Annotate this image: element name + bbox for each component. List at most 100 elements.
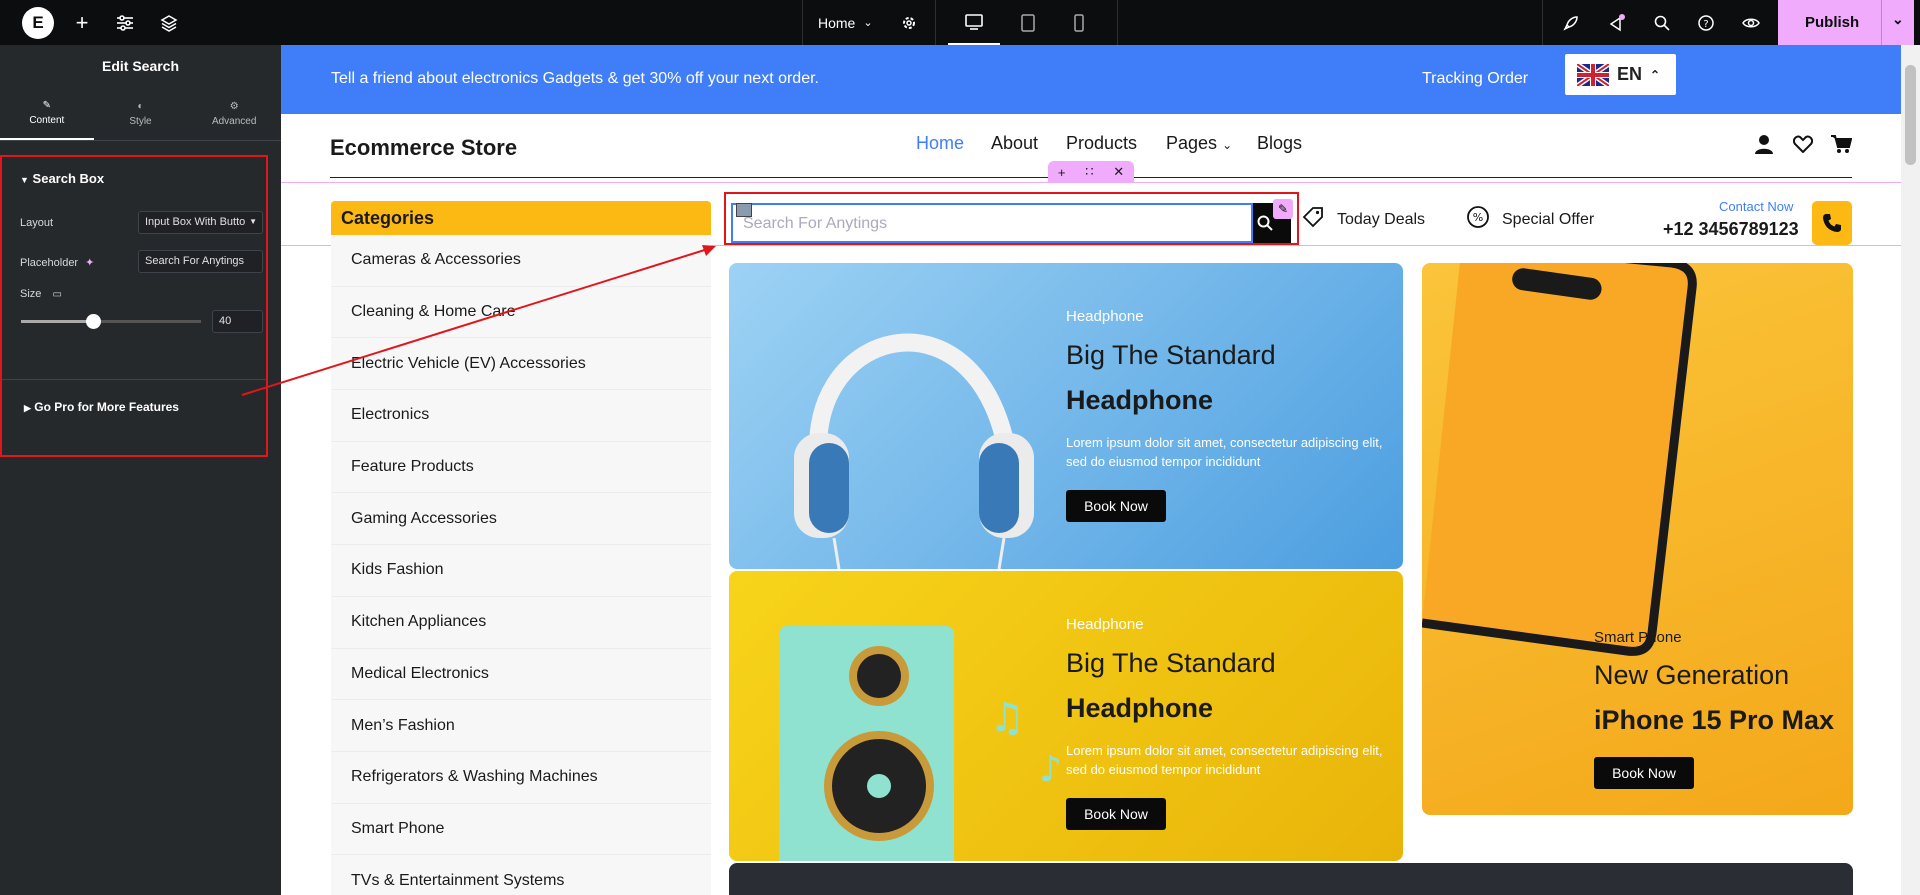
widget-handle-icon[interactable] bbox=[736, 203, 752, 217]
edit-widget-pencil-icon[interactable]: ✎ bbox=[1273, 199, 1293, 219]
svg-text:♫: ♫ bbox=[989, 695, 1025, 741]
size-slider[interactable] bbox=[21, 314, 201, 329]
nav-blogs[interactable]: Blogs bbox=[1257, 133, 1302, 154]
banner-title-line1: Big The Standard bbox=[1066, 340, 1276, 370]
user-account-icon[interactable] bbox=[1754, 134, 1774, 159]
scrollbar-thumb[interactable] bbox=[1905, 65, 1916, 165]
notifications-icon[interactable] bbox=[1606, 0, 1628, 45]
category-item[interactable]: Gaming Accessories bbox=[331, 493, 711, 546]
page-selector[interactable]: Home ⌄ bbox=[818, 0, 880, 45]
banner-title-line2: iPhone 15 Pro Max bbox=[1594, 705, 1835, 735]
tab-content[interactable]: ✎ Content bbox=[0, 87, 94, 140]
section-header[interactable]: ▼ Search Box bbox=[20, 171, 104, 186]
panel-title: Edit Search bbox=[101, 58, 180, 74]
speaker-image: ♫ ♪ bbox=[779, 626, 1062, 861]
delete-section-icon[interactable]: ✕ bbox=[1113, 164, 1124, 180]
page-settings-gear-icon[interactable] bbox=[898, 0, 920, 45]
caret-down-icon: ▼ bbox=[249, 217, 257, 226]
panel-tabs: ✎ Content ◐ Style ⚙ Advanced bbox=[0, 87, 281, 141]
editor-panel: Edit Search ✎ Content ◐ Style ⚙ Advanced… bbox=[0, 45, 281, 895]
banner-description: Lorem ipsum dolor sit amet, consectetur … bbox=[1066, 435, 1383, 469]
help-icon[interactable]: ? bbox=[1696, 0, 1716, 45]
svg-text:%: % bbox=[1473, 211, 1483, 224]
banner-description: Lorem ipsum dolor sit amet, consectetur … bbox=[1066, 743, 1383, 777]
desktop-icon[interactable]: ▭ bbox=[52, 289, 61, 300]
tab-label: Content bbox=[29, 114, 65, 126]
site-brand[interactable]: Ecommerce Store bbox=[330, 135, 517, 161]
book-now-button[interactable]: Book Now bbox=[1066, 490, 1166, 522]
category-item[interactable]: TVs & Entertainment Systems bbox=[331, 855, 711, 895]
nav-pages[interactable]: Pages ⌄ bbox=[1166, 133, 1232, 154]
call-button[interactable] bbox=[1812, 201, 1852, 245]
svg-text:♪: ♪ bbox=[1039, 749, 1062, 790]
section-handle[interactable]: + ∷ ✕ bbox=[1048, 161, 1134, 183]
ai-sparkle-icon[interactable]: ✦ bbox=[85, 257, 94, 269]
categories-title: Categories bbox=[331, 201, 711, 235]
nav-home[interactable]: Home bbox=[916, 133, 964, 154]
add-element-icon[interactable]: + bbox=[70, 0, 94, 45]
structure-layers-icon[interactable] bbox=[156, 0, 182, 45]
category-item[interactable]: Smart Phone bbox=[331, 804, 711, 856]
mobile-view-icon[interactable] bbox=[1064, 0, 1094, 45]
category-item[interactable]: Cameras & Accessories bbox=[331, 235, 711, 287]
page-selector-label: Home bbox=[818, 14, 856, 31]
chevron-up-icon: ⌃ bbox=[1650, 67, 1661, 82]
banner-speaker-yellow: ♫ ♪ Headphone Big The Standard Headphone… bbox=[729, 571, 1403, 861]
nav-products[interactable]: Products bbox=[1066, 133, 1137, 154]
category-item[interactable]: Electric Vehicle (EV) Accessories bbox=[331, 338, 711, 391]
category-item[interactable]: Kitchen Appliances bbox=[331, 597, 711, 649]
today-deals-label: Today Deals bbox=[1337, 210, 1426, 228]
book-now-button[interactable]: Book Now bbox=[1066, 798, 1166, 830]
search-icon bbox=[1257, 215, 1273, 231]
preview-eye-icon[interactable] bbox=[1740, 0, 1762, 45]
search-input[interactable]: Search For Anytings bbox=[731, 203, 1253, 243]
nav-about[interactable]: About bbox=[991, 133, 1038, 154]
tab-style[interactable]: ◐ Style bbox=[94, 87, 188, 140]
category-item[interactable]: Feature Products bbox=[331, 442, 711, 494]
headphone-image bbox=[794, 333, 1034, 569]
cart-icon[interactable] bbox=[1830, 134, 1853, 159]
go-pro-section-header[interactable]: ▶ Go Pro for More Features bbox=[24, 400, 179, 414]
launchpad-rocket-icon[interactable] bbox=[1560, 0, 1582, 45]
category-item[interactable]: Medical Electronics bbox=[331, 649, 711, 701]
uk-flag-icon bbox=[1577, 63, 1609, 86]
category-item[interactable]: Cleaning & Home Care bbox=[331, 287, 711, 339]
tab-label: Advanced bbox=[211, 115, 257, 127]
tab-label: Style bbox=[129, 115, 152, 127]
language-label: EN bbox=[1617, 64, 1643, 84]
drag-handle-icon[interactable]: ∷ bbox=[1085, 164, 1093, 180]
layout-select[interactable]: Input Box With Butto ▼ bbox=[138, 211, 263, 234]
category-item[interactable]: Men’s Fashion bbox=[331, 700, 711, 752]
desktop-view-icon[interactable] bbox=[948, 0, 1000, 45]
chevron-down-icon[interactable]: ⌄ bbox=[1892, 11, 1904, 28]
placeholder-field[interactable]: Search For Anytings bbox=[138, 250, 263, 273]
size-number-input[interactable]: 40 bbox=[212, 310, 263, 333]
banner-eyebrow: Smart Phone bbox=[1594, 629, 1682, 646]
caret-down-icon: ▼ bbox=[20, 175, 29, 185]
category-item[interactable]: Kids Fashion bbox=[331, 545, 711, 597]
contact-label: Contact Now bbox=[1719, 199, 1794, 214]
search-box-section: ▼ Search Box Layout Input Box With Butto… bbox=[0, 155, 268, 457]
category-item[interactable]: Electronics bbox=[331, 390, 711, 442]
publish-button[interactable]: Publish ⌄ bbox=[1778, 0, 1914, 45]
pencil-icon: ✎ bbox=[42, 99, 52, 111]
banner-headphone-blue: Headphone Big The Standard Headphone Lor… bbox=[729, 263, 1403, 569]
wishlist-heart-icon[interactable] bbox=[1792, 135, 1814, 158]
today-deals-link[interactable]: Today Deals bbox=[1301, 205, 1425, 234]
language-switcher[interactable]: EN ⌃ bbox=[1565, 54, 1676, 95]
tablet-view-icon[interactable] bbox=[1012, 0, 1044, 45]
special-offer-link[interactable]: % Special Offer bbox=[1466, 205, 1594, 234]
elementor-logo-icon[interactable]: E bbox=[20, 0, 56, 45]
canvas-scrollbar[interactable] bbox=[1901, 45, 1920, 895]
category-item[interactable]: Refrigerators & Washing Machines bbox=[331, 752, 711, 804]
tracking-order-link[interactable]: Tracking Order bbox=[1422, 70, 1528, 88]
add-section-icon[interactable]: + bbox=[1058, 165, 1066, 180]
book-now-button[interactable]: Book Now bbox=[1594, 757, 1694, 789]
slider-handle[interactable] bbox=[86, 314, 101, 329]
tab-advanced[interactable]: ⚙ Advanced bbox=[187, 87, 281, 140]
banner-dark-partial bbox=[729, 863, 1853, 895]
search-icon[interactable] bbox=[1652, 0, 1672, 45]
contact-phone[interactable]: +12 3456789123 bbox=[1663, 219, 1799, 240]
deal-tag-icon bbox=[1301, 205, 1325, 234]
site-settings-icon[interactable] bbox=[112, 0, 138, 45]
